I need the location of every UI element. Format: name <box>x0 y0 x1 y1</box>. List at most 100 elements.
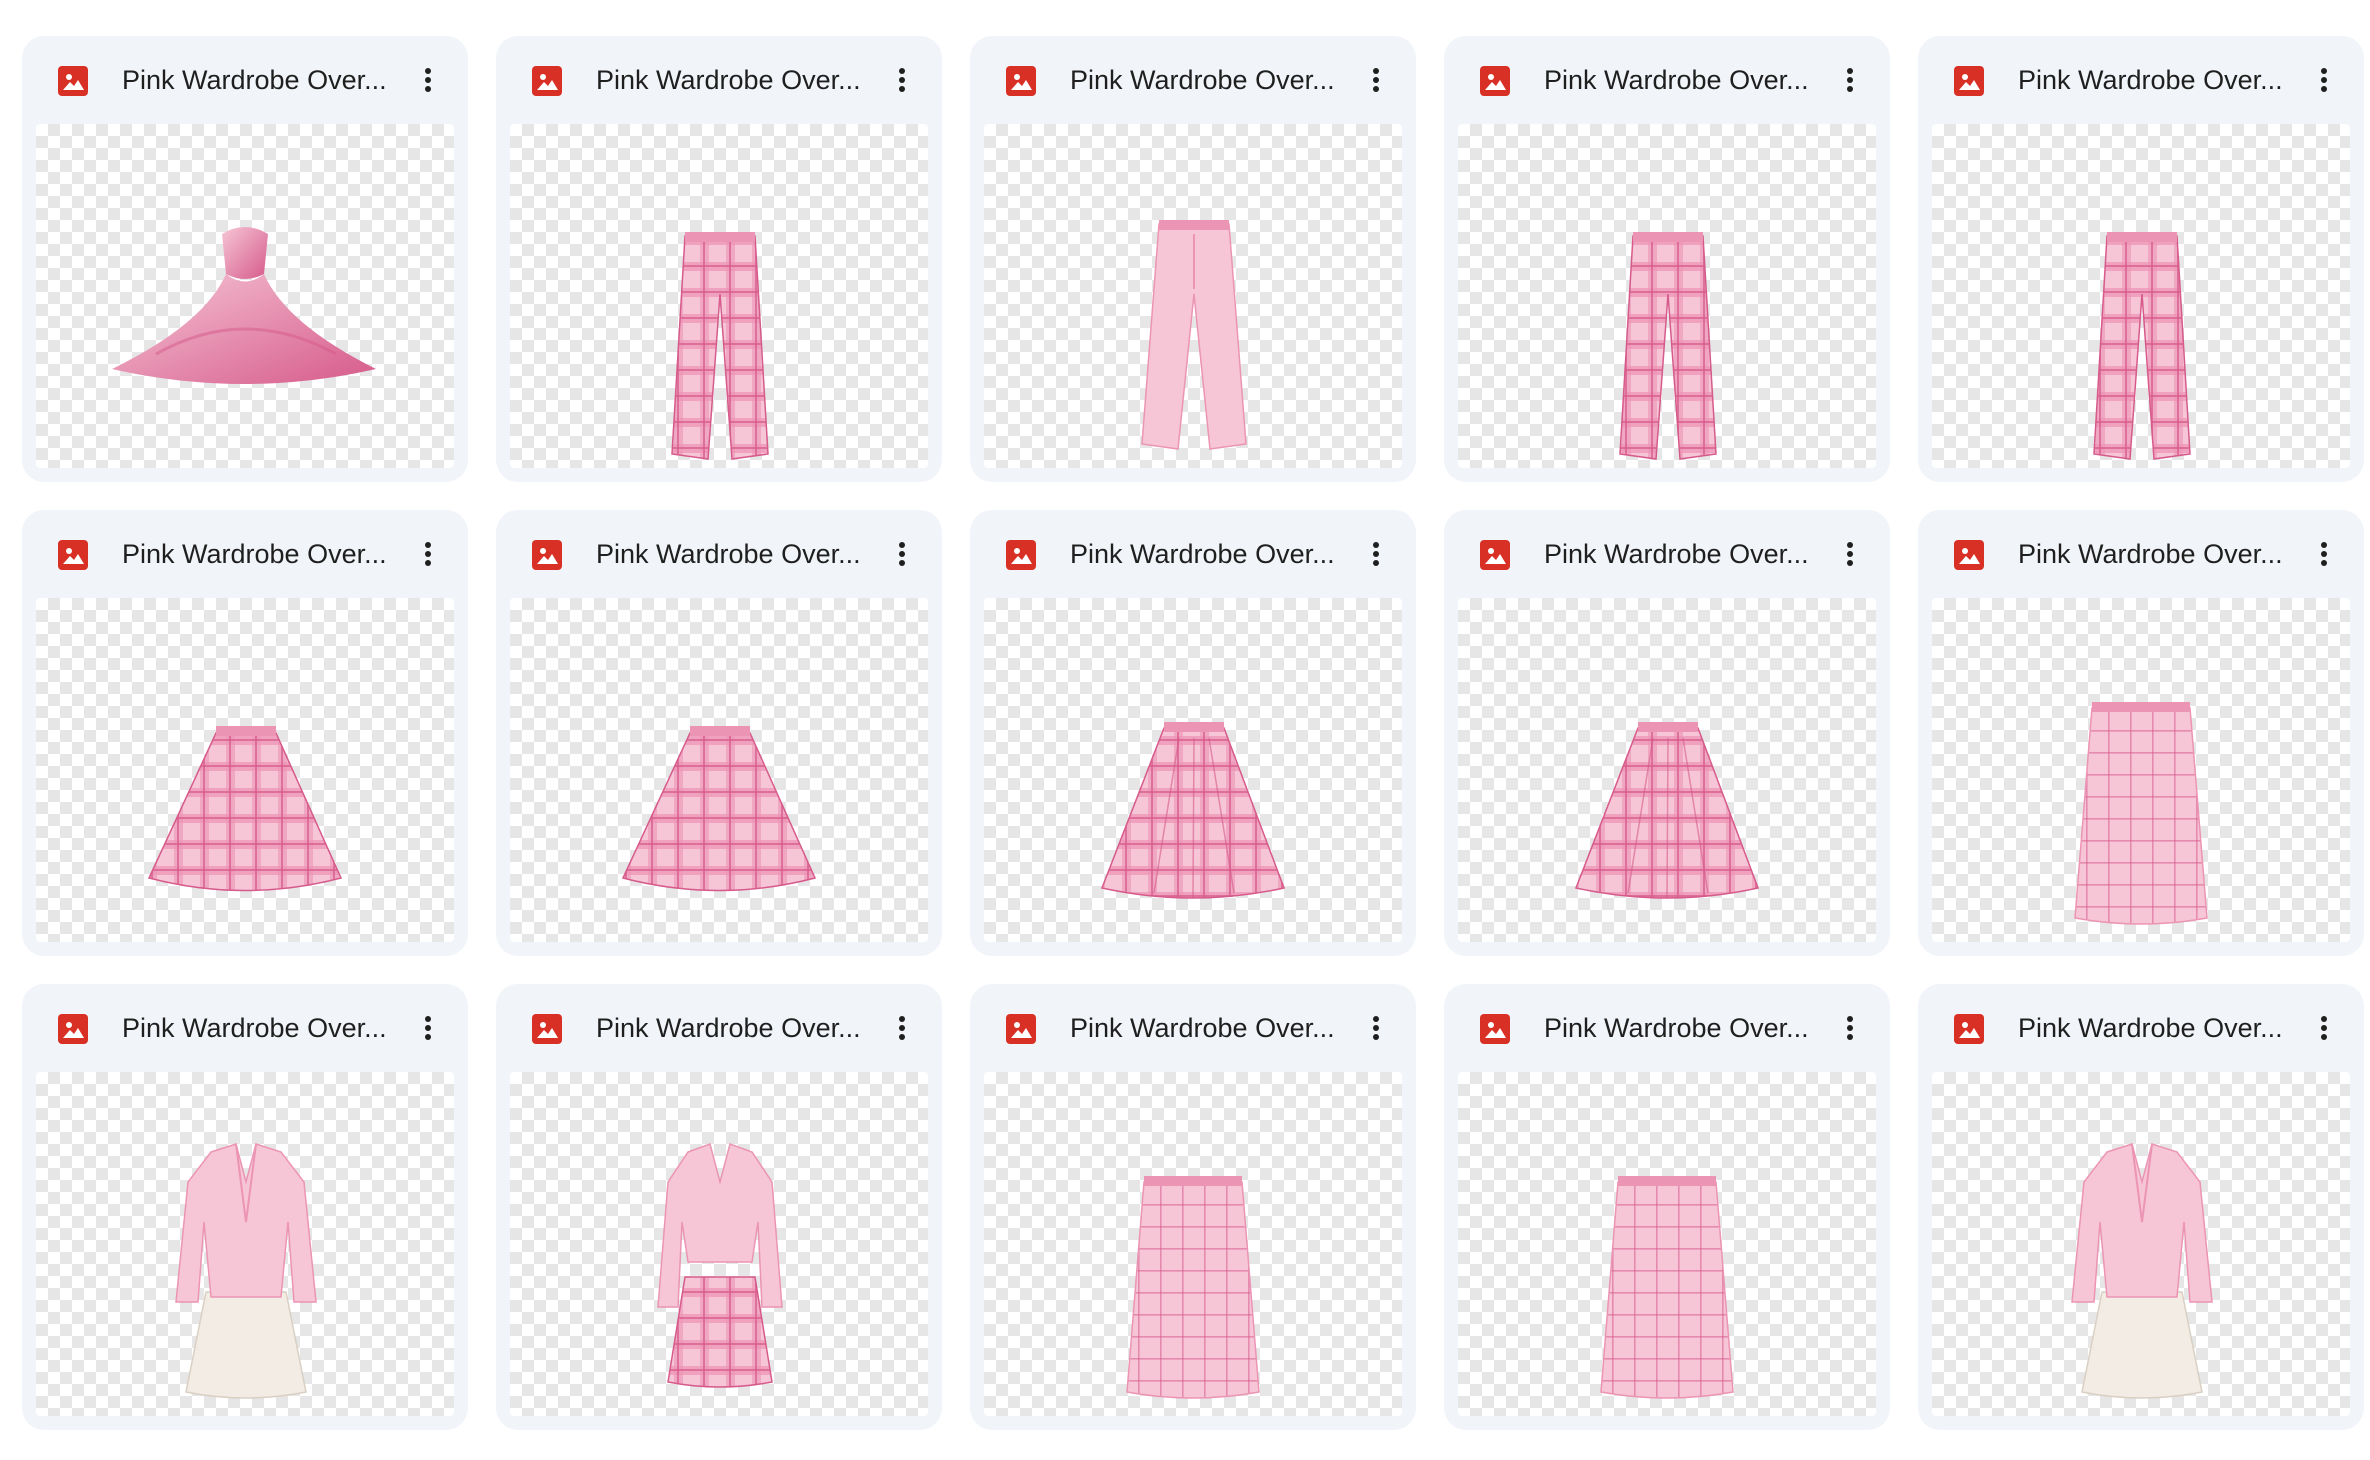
more-vert-icon <box>1373 542 1379 566</box>
more-options-button[interactable] <box>1828 1006 1872 1050</box>
file-thumbnail[interactable] <box>1932 598 2350 942</box>
more-options-button[interactable] <box>1828 58 1872 102</box>
file-card[interactable]: Pink Wardrobe Over... <box>1444 36 1890 482</box>
image-file-icon <box>532 540 562 570</box>
plaid-trousers-image <box>1619 232 1717 460</box>
file-thumbnail[interactable] <box>984 598 1402 942</box>
file-thumbnail[interactable] <box>1458 124 1876 468</box>
more-vert-icon <box>2321 68 2327 92</box>
file-thumbnail[interactable] <box>36 124 454 468</box>
file-card[interactable]: Pink Wardrobe Over... <box>22 984 468 1430</box>
more-options-button[interactable] <box>2302 58 2346 102</box>
file-card[interactable]: Pink Wardrobe Over... <box>22 510 468 956</box>
file-card[interactable]: Pink Wardrobe Over... <box>970 36 1416 482</box>
file-thumbnail[interactable] <box>510 598 928 942</box>
solid-trousers-image <box>1141 220 1247 450</box>
file-thumbnail[interactable] <box>1932 124 2350 468</box>
file-name: Pink Wardrobe Over... <box>1544 1013 1809 1043</box>
file-card[interactable]: Pink Wardrobe Over... <box>496 984 942 1430</box>
file-card[interactable]: Pink Wardrobe Over... <box>22 36 468 482</box>
more-options-button[interactable] <box>880 532 924 576</box>
file-card[interactable]: Pink Wardrobe Over... <box>1444 510 1890 956</box>
file-name: Pink Wardrobe Over... <box>1544 539 1809 569</box>
more-vert-icon <box>1847 542 1853 566</box>
file-card-header: Pink Wardrobe Over... <box>1918 984 2364 1070</box>
more-vert-icon <box>2321 1016 2327 1040</box>
more-vert-icon <box>1847 68 1853 92</box>
file-thumbnail[interactable] <box>1458 1072 1876 1416</box>
file-thumbnail[interactable] <box>36 598 454 942</box>
more-vert-icon <box>899 68 905 92</box>
file-card-header: Pink Wardrobe Over... <box>1918 510 2364 596</box>
file-card-header: Pink Wardrobe Over... <box>22 36 468 122</box>
file-thumbnail[interactable] <box>984 1072 1402 1416</box>
file-thumbnail[interactable] <box>1932 1072 2350 1416</box>
more-vert-icon <box>899 542 905 566</box>
file-card[interactable]: Pink Wardrobe Over... <box>970 510 1416 956</box>
file-card-header: Pink Wardrobe Over... <box>496 984 942 1070</box>
image-file-icon <box>532 66 562 96</box>
more-options-button[interactable] <box>406 1006 450 1050</box>
file-card-header: Pink Wardrobe Over... <box>970 36 1416 122</box>
image-file-icon <box>1954 540 1984 570</box>
file-thumbnail[interactable] <box>36 1072 454 1416</box>
file-card[interactable]: Pink Wardrobe Over... <box>970 984 1416 1430</box>
pencil-skirt-image <box>1600 1176 1734 1399</box>
file-card-header: Pink Wardrobe Over... <box>496 510 942 596</box>
file-card[interactable]: Pink Wardrobe Over... <box>1444 984 1890 1430</box>
file-name: Pink Wardrobe Over... <box>2018 539 2283 569</box>
file-card[interactable]: Pink Wardrobe Over... <box>496 36 942 482</box>
plaid-trousers-image <box>671 232 769 460</box>
file-thumbnail[interactable] <box>510 1072 928 1416</box>
file-thumbnail[interactable] <box>510 124 928 468</box>
more-options-button[interactable] <box>1354 532 1398 576</box>
file-card-header: Pink Wardrobe Over... <box>22 984 468 1070</box>
file-card[interactable]: Pink Wardrobe Over... <box>1918 36 2364 482</box>
more-vert-icon <box>899 1016 905 1040</box>
image-file-icon <box>58 1014 88 1044</box>
file-thumbnail[interactable] <box>1458 598 1876 942</box>
more-options-button[interactable] <box>2302 532 2346 576</box>
more-options-button[interactable] <box>2302 1006 2346 1050</box>
more-vert-icon <box>425 68 431 92</box>
file-name: Pink Wardrobe Over... <box>122 539 387 569</box>
plaid-trousers-image <box>2093 232 2191 460</box>
file-card-header: Pink Wardrobe Over... <box>1444 510 1890 596</box>
more-options-button[interactable] <box>880 1006 924 1050</box>
pleated-skirt-image <box>1100 722 1286 899</box>
more-options-button[interactable] <box>406 532 450 576</box>
file-card[interactable]: Pink Wardrobe Over... <box>1918 510 2364 956</box>
image-file-icon <box>1954 66 1984 96</box>
file-name: Pink Wardrobe Over... <box>1070 65 1335 95</box>
more-options-button[interactable] <box>1354 58 1398 102</box>
file-name: Pink Wardrobe Over... <box>596 65 861 95</box>
pleated-skirt-image <box>1574 722 1760 899</box>
more-vert-icon <box>1847 1016 1853 1040</box>
file-name: Pink Wardrobe Over... <box>2018 1013 2283 1043</box>
blazer-skirt-outfit-image <box>2071 1143 2213 1399</box>
more-options-button[interactable] <box>1354 1006 1398 1050</box>
crop-blazer-outfit-image <box>657 1143 783 1388</box>
file-thumbnail[interactable] <box>984 124 1402 468</box>
file-card-header: Pink Wardrobe Over... <box>970 510 1416 596</box>
more-options-button[interactable] <box>406 58 450 102</box>
file-name: Pink Wardrobe Over... <box>122 1013 387 1043</box>
flared-skirt-image <box>147 726 343 892</box>
image-file-icon <box>1480 66 1510 96</box>
file-name: Pink Wardrobe Over... <box>596 1013 861 1043</box>
file-card[interactable]: Pink Wardrobe Over... <box>496 510 942 956</box>
pencil-skirt-image <box>1126 1176 1260 1399</box>
file-card[interactable]: Pink Wardrobe Over... <box>1918 984 2364 1430</box>
image-file-icon <box>1006 66 1036 96</box>
more-vert-icon <box>1373 1016 1379 1040</box>
file-card-header: Pink Wardrobe Over... <box>1918 36 2364 122</box>
image-file-icon <box>1480 1014 1510 1044</box>
image-file-icon <box>1006 540 1036 570</box>
more-options-button[interactable] <box>880 58 924 102</box>
file-name: Pink Wardrobe Over... <box>2018 65 2283 95</box>
image-file-icon <box>58 66 88 96</box>
file-card-header: Pink Wardrobe Over... <box>970 984 1416 1070</box>
more-options-button[interactable] <box>1828 532 1872 576</box>
flared-skirt-image <box>621 726 817 892</box>
image-file-icon <box>1954 1014 1984 1044</box>
